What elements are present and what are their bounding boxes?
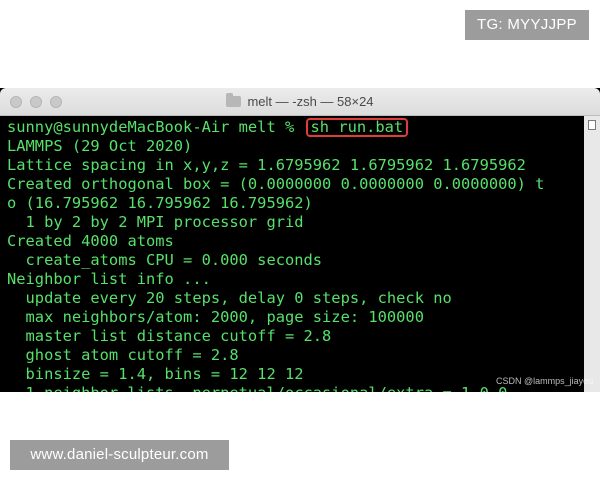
scrollbar-thumb[interactable] [588, 120, 596, 130]
output-line: o (16.795962 16.795962 16.795962) [7, 194, 313, 212]
output-line: LAMMPS (29 Oct 2020) [7, 137, 193, 155]
window-title-text: melt — -zsh — 58×24 [247, 94, 374, 109]
output-line: binsize = 1.4, bins = 12 12 12 [7, 365, 304, 383]
folder-icon [226, 93, 242, 107]
highlighted-command: sh run.bat [305, 118, 409, 137]
page: TG: MYYJJPP melt — -zsh — 58×24 sunny@su… [0, 0, 600, 480]
tg-watermark-badge: TG: MYYJJPP [465, 10, 589, 40]
csdn-watermark: CSDN @lammps_jiayou [496, 376, 594, 386]
output-line: create_atoms CPU = 0.000 seconds [7, 251, 323, 269]
terminal-window: melt — -zsh — 58×24 sunny@sunnydeMacBook… [0, 88, 600, 392]
output-line: 1 by 2 by 2 MPI processor grid [7, 213, 304, 231]
terminal-output[interactable]: sunny@sunnydeMacBook-Air melt % sh run.b… [0, 116, 584, 392]
window-titlebar: melt — -zsh — 58×24 [0, 88, 600, 116]
prompt-line: sunny@sunnydeMacBook-Air melt % sh run.b… [7, 118, 409, 137]
site-watermark-badge: www.daniel-sculpteur.com [10, 440, 229, 470]
shell-prompt: sunny@sunnydeMacBook-Air melt % [7, 118, 304, 136]
output-line: max neighbors/atom: 2000, page size: 100… [7, 308, 424, 326]
output-line: update every 20 steps, delay 0 steps, ch… [7, 289, 452, 307]
output-line: Lattice spacing in x,y,z = 1.6795962 1.6… [7, 156, 526, 174]
output-line: ghost atom cutoff = 2.8 [7, 346, 239, 364]
output-line: Neighbor list info ... [7, 270, 211, 288]
command-text: sh run.bat [310, 118, 404, 136]
output-line: master list distance cutoff = 2.8 [7, 327, 332, 345]
window-title: melt — -zsh — 58×24 [0, 88, 600, 115]
output-line: Created 4000 atoms [7, 232, 174, 250]
terminal-scrollbar[interactable] [584, 116, 600, 392]
output-line: Created orthogonal box = (0.0000000 0.00… [7, 175, 545, 193]
output-line: 1 neighbor lists, perpetual/occasional/e… [7, 384, 508, 392]
